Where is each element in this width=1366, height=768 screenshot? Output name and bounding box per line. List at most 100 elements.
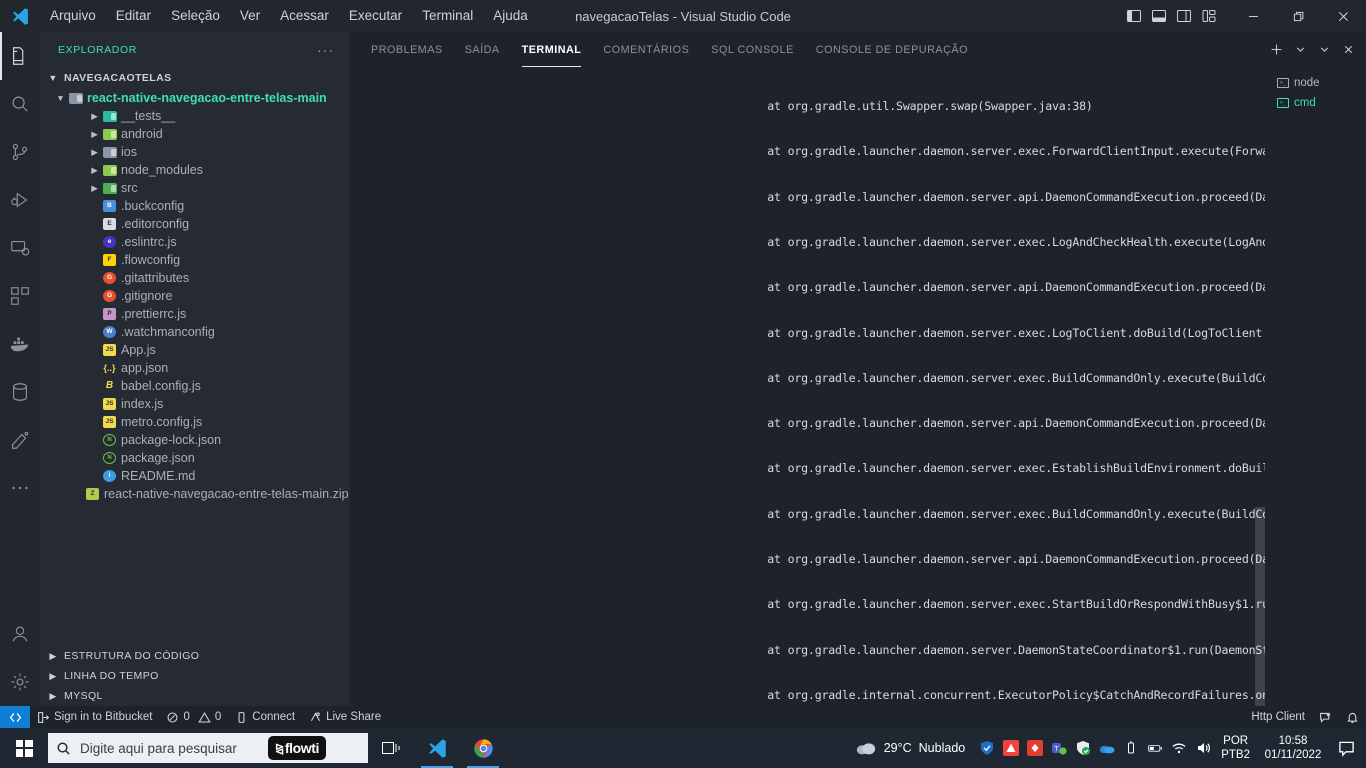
tree-row-file[interactable]: Z react-native-navegacao-entre-telas-mai… [40, 485, 350, 503]
file-tree[interactable]: ▼ react-native-navegacao-entre-telas-mai… [40, 89, 350, 646]
battery-icon[interactable] [1143, 728, 1167, 768]
chevron-right-icon[interactable]: ▶ [88, 165, 101, 176]
bitdefender-icon[interactable] [1023, 728, 1047, 768]
tree-row-file[interactable]: JS metro.config.js [40, 413, 350, 431]
tab-terminal[interactable]: TERMINAL [511, 32, 593, 67]
menu-editar[interactable]: Editar [106, 5, 161, 27]
wifi-icon[interactable] [1167, 728, 1191, 768]
tree-row-file[interactable]: {..} app.json [40, 359, 350, 377]
menu-acessar[interactable]: Acessar [270, 5, 339, 27]
split-terminal-chevron-icon[interactable] [1290, 40, 1310, 60]
activity-explorer-icon[interactable] [0, 32, 40, 80]
taskbar-search-input[interactable]: Digite aqui para pesquisar ⧎ flowti [48, 733, 368, 763]
windows-defender-icon[interactable] [1071, 728, 1095, 768]
notification-center-icon[interactable] [1330, 728, 1362, 768]
activity-source-control-icon[interactable] [0, 128, 40, 176]
menu-executar[interactable]: Executar [339, 5, 412, 27]
chevron-right-icon[interactable]: ▶ [88, 129, 101, 140]
tree-row-folder[interactable]: ▶ src [40, 179, 350, 197]
taskbar-vscode-icon[interactable] [414, 728, 460, 768]
activity-database-icon[interactable] [0, 368, 40, 416]
activity-remote-explorer-icon[interactable] [0, 224, 40, 272]
chevron-right-icon[interactable]: ▶ [88, 183, 101, 194]
task-view-icon[interactable] [368, 728, 414, 768]
status-live-share[interactable]: Live Share [302, 706, 388, 728]
status-connect[interactable]: Connect [228, 706, 302, 728]
tree-row-file[interactable]: F .flowconfig [40, 251, 350, 269]
microsoft-teams-icon[interactable]: T [1047, 728, 1071, 768]
activity-extensions-icon[interactable] [0, 272, 40, 320]
window-restore-button[interactable] [1276, 0, 1321, 32]
terminal-scrollbar-thumb[interactable] [1255, 507, 1265, 706]
tab-comentarios[interactable]: COMENTÁRIOS [592, 32, 700, 67]
toggle-panel-icon[interactable] [1151, 8, 1167, 24]
menu-selecao[interactable]: Seleção [161, 5, 230, 27]
security-shield-icon[interactable] [975, 728, 999, 768]
new-terminal-icon[interactable] [1266, 40, 1286, 60]
toggle-primary-sidebar-icon[interactable] [1126, 8, 1142, 24]
activity-docker-icon[interactable] [0, 320, 40, 368]
remote-window-icon[interactable] [0, 706, 30, 728]
language-indicator[interactable]: POR PTB2 [1215, 734, 1256, 762]
tree-row-file[interactable]: P .prettierrc.js [40, 305, 350, 323]
usb-icon[interactable] [1119, 728, 1143, 768]
explorer-more-actions-icon[interactable]: ··· [317, 42, 342, 58]
tree-row-folder[interactable]: ▼ react-native-navegacao-entre-telas-mai… [40, 89, 350, 107]
window-minimize-button[interactable] [1231, 0, 1276, 32]
tree-row-file[interactable]: N package.json [40, 449, 350, 467]
tree-row-file[interactable]: JS App.js [40, 341, 350, 359]
workspace-section-header[interactable]: ▼ NAVEGACAOTELAS [40, 67, 350, 89]
status-http-client[interactable]: Http Client [1244, 706, 1312, 728]
tab-problemas[interactable]: PROBLEMAS [360, 32, 454, 67]
activity-test-explorer-icon[interactable] [0, 416, 40, 464]
chevron-down-icon[interactable]: ▼ [54, 93, 67, 103]
flowti-widget[interactable]: ⧎ flowti [268, 736, 326, 760]
tree-row-file[interactable]: E .editorconfig [40, 215, 350, 233]
tree-row-file[interactable]: G .gitignore [40, 287, 350, 305]
menu-terminal[interactable]: Terminal [412, 5, 483, 27]
tab-console-de-depuracao[interactable]: CONSOLE DE DEPURAÇÃO [805, 32, 979, 67]
toggle-secondary-sidebar-icon[interactable] [1176, 8, 1192, 24]
tree-row-folder[interactable]: ▶ android [40, 125, 350, 143]
tree-row-file[interactable]: G .gitattributes [40, 269, 350, 287]
activity-search-icon[interactable] [0, 80, 40, 128]
status-bitbucket[interactable]: Sign in to Bitbucket [30, 706, 159, 728]
status-notifications-bell-icon[interactable] [1339, 706, 1366, 728]
tree-row-file[interactable]: e .eslintrc.js [40, 233, 350, 251]
terminal-instance-node[interactable]: >_ node [1265, 73, 1366, 93]
tree-row-folder[interactable]: ▶ __tests__ [40, 107, 350, 125]
status-problems[interactable]: 0 0 [159, 706, 228, 728]
terminal-output[interactable]: at org.gradle.util.Swapper.swap(Swapper.… [350, 67, 1265, 706]
status-feedback-icon[interactable] [1312, 706, 1339, 728]
tree-row-file[interactable]: i README.md [40, 467, 350, 485]
start-button[interactable] [0, 728, 48, 768]
taskbar-clock[interactable]: 10:58 01/11/2022 [1256, 734, 1330, 762]
tree-row-file[interactable]: B .buckconfig [40, 197, 350, 215]
tree-row-folder[interactable]: ▶ node_modules [40, 161, 350, 179]
panel-views-chevron-icon[interactable] [1314, 40, 1334, 60]
tree-row-folder[interactable]: ▶ ios [40, 143, 350, 161]
volume-icon[interactable] [1191, 728, 1215, 768]
window-close-button[interactable] [1321, 0, 1366, 32]
tab-sql-console[interactable]: SQL CONSOLE [700, 32, 805, 67]
tree-row-file[interactable]: JS index.js [40, 395, 350, 413]
tree-row-file[interactable]: W .watchmanconfig [40, 323, 350, 341]
terminal-instance-cmd[interactable]: >_ cmd [1265, 93, 1366, 113]
section-mysql[interactable]: ▶ MYSQL [40, 686, 350, 706]
tree-row-file[interactable]: N package-lock.json [40, 431, 350, 449]
activity-more-actions-icon[interactable] [0, 464, 40, 512]
anydesk-icon[interactable] [999, 728, 1023, 768]
activity-manage-settings-icon[interactable] [0, 658, 40, 706]
taskbar-chrome-icon[interactable] [460, 728, 506, 768]
activity-accounts-icon[interactable] [0, 610, 40, 658]
chevron-right-icon[interactable]: ▶ [88, 147, 101, 158]
section-linha-do-tempo[interactable]: ▶ LINHA DO TEMPO [40, 666, 350, 686]
menu-ajuda[interactable]: Ajuda [483, 5, 538, 27]
section-estrutura-do-codigo[interactable]: ▶ ESTRUTURA DO CÓDIGO [40, 646, 350, 666]
customize-layout-icon[interactable] [1201, 8, 1217, 24]
activity-run-and-debug-icon[interactable] [0, 176, 40, 224]
terminal-viewport[interactable]: at org.gradle.util.Swapper.swap(Swapper.… [350, 67, 1265, 706]
tab-saida[interactable]: SAÍDA [454, 32, 511, 67]
chevron-right-icon[interactable]: ▶ [88, 111, 101, 122]
menu-arquivo[interactable]: Arquivo [40, 5, 106, 27]
